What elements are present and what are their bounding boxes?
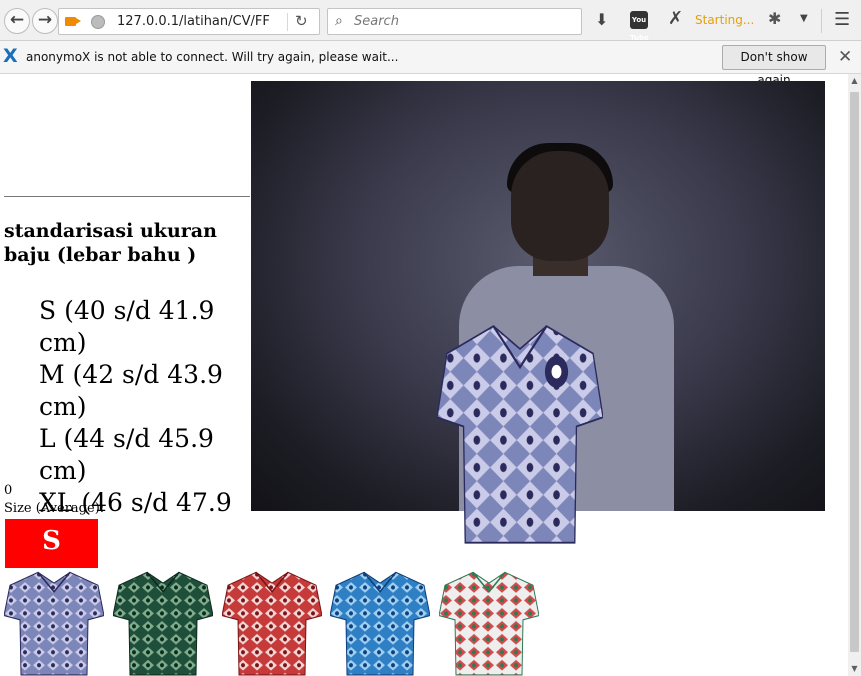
back-button[interactable]: ← xyxy=(4,8,30,34)
size-item: M (42 s/d 43.9 cm) xyxy=(39,360,223,421)
shirt-body[interactable] xyxy=(329,571,431,676)
search-input[interactable]: ⌕ Search xyxy=(327,8,582,35)
bug-icon[interactable]: ✱ xyxy=(768,9,781,28)
shirt-body[interactable] xyxy=(112,571,214,676)
browser-toolbar: ← → 127.0.0.1/latihan/CV/FF ↻ ⌕ Search ⬇… xyxy=(0,0,861,42)
shirt-image[interactable] xyxy=(112,568,214,676)
page-content: standarisasi ukuran baju (lebar bahu ) S… xyxy=(0,74,848,676)
size-average-label: Size (Average): xyxy=(4,501,105,516)
hamburger-menu-icon[interactable]: ☰ xyxy=(834,9,850,30)
shirt-thumbnail[interactable] xyxy=(221,568,323,676)
address-separator xyxy=(287,13,288,31)
shirt-image[interactable] xyxy=(3,568,105,676)
globe-icon[interactable] xyxy=(91,15,105,29)
shirt-thumbnail[interactable] xyxy=(329,568,431,676)
address-bar[interactable]: 127.0.0.1/latihan/CV/FF ↻ xyxy=(58,8,320,35)
vertical-scrollbar[interactable]: ▲ ▼ xyxy=(848,74,861,676)
scroll-up-icon[interactable]: ▲ xyxy=(848,74,861,88)
camera-active-icon[interactable] xyxy=(65,17,81,26)
shirt-image[interactable] xyxy=(329,568,431,676)
shirt-body[interactable] xyxy=(3,571,105,676)
measurement-value: 0 xyxy=(4,483,13,498)
reload-icon[interactable]: ↻ xyxy=(295,12,308,30)
shirt-thumbnail[interactable] xyxy=(3,568,105,676)
size-item: L (44 s/d 45.9 cm) xyxy=(39,424,214,485)
chevron-down-icon[interactable]: ▼ xyxy=(800,13,808,24)
notification-message: anonymoX is not able to connect. Will tr… xyxy=(26,50,399,64)
shirt-body[interactable] xyxy=(221,571,323,676)
size-item: S (40 s/d 41.9 cm) xyxy=(39,296,215,357)
search-placeholder: Search xyxy=(354,14,399,29)
shirt-image[interactable] xyxy=(438,568,540,676)
divider xyxy=(4,196,250,197)
shirt-body[interactable] xyxy=(438,571,540,676)
addon-status-text[interactable]: Starting... xyxy=(695,13,754,27)
toolbar-separator xyxy=(821,9,822,33)
scrollbar-thumb[interactable] xyxy=(850,92,859,652)
youtube-icon[interactable]: You Tube xyxy=(630,11,649,42)
scroll-down-icon[interactable]: ▼ xyxy=(848,662,861,676)
dont-show-again-button[interactable]: Don't show again xyxy=(722,45,826,87)
page-heading: standarisasi ukuran baju (lebar bahu ) xyxy=(4,220,217,266)
forward-button[interactable]: → xyxy=(32,8,58,34)
shirt-thumbnail[interactable] xyxy=(438,568,540,676)
anonymox-logo-icon: X xyxy=(3,45,18,67)
download-icon[interactable]: ⬇ xyxy=(595,10,608,29)
search-icon: ⌕ xyxy=(335,13,343,29)
close-icon[interactable]: ✕ xyxy=(838,47,852,67)
person-head xyxy=(511,151,609,261)
overlay-shirt xyxy=(437,325,603,544)
shirt-image[interactable] xyxy=(221,568,323,676)
notification-bar: X anonymoX is not able to connect. Will … xyxy=(0,41,861,87)
shirt-thumbnail[interactable] xyxy=(112,568,214,676)
url-text[interactable]: 127.0.0.1/latihan/CV/FF xyxy=(117,14,289,29)
anonymox-icon[interactable]: ✗ xyxy=(668,8,683,29)
size-badge: S xyxy=(5,519,98,568)
